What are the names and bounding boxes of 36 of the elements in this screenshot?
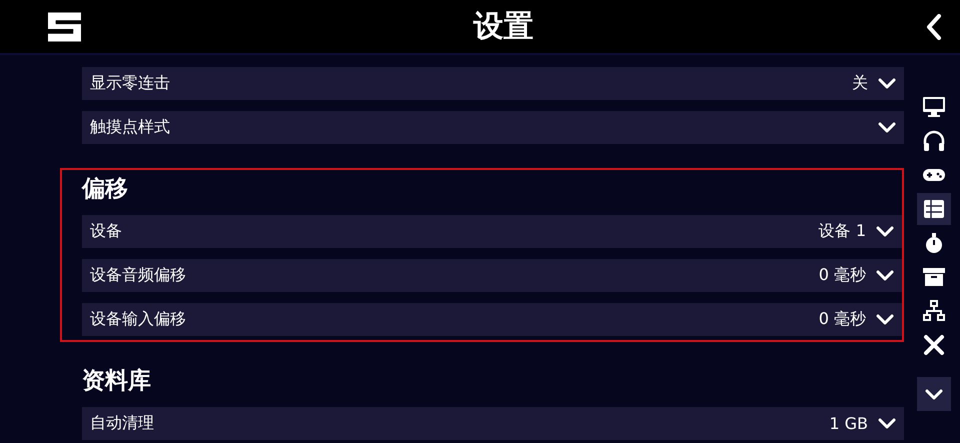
headphones-icon bbox=[922, 129, 946, 153]
setting-label: 显示零连击 bbox=[90, 73, 171, 94]
chevron-down-icon bbox=[876, 226, 894, 237]
chevron-down-icon bbox=[878, 122, 896, 133]
section-title: 资料库 bbox=[82, 367, 152, 396]
setting-value: 关 bbox=[852, 73, 868, 94]
settings-row[interactable]: 显示零连击 关 bbox=[82, 67, 904, 100]
setting-label: 自动清理 bbox=[90, 413, 155, 434]
setting-value: 设备 1 bbox=[818, 221, 866, 242]
setting-label: 设备输入偏移 bbox=[90, 309, 187, 330]
settings-row[interactable]: 自动清理 1 GB bbox=[82, 407, 904, 440]
settings-row[interactable]: 设备音频偏移 0 毫秒 bbox=[82, 259, 902, 292]
setting-label: 设备 bbox=[90, 221, 123, 242]
archive-box-icon bbox=[922, 265, 946, 289]
chevron-down-icon bbox=[925, 388, 943, 400]
section-title: 偏移 bbox=[82, 175, 129, 204]
settings-row[interactable]: 设备 设备 1 bbox=[82, 215, 902, 248]
settings-row[interactable]: 设备输入偏移 0 毫秒 bbox=[82, 303, 902, 336]
chevron-down-icon bbox=[876, 314, 894, 325]
list-tab[interactable] bbox=[917, 193, 951, 225]
setting-label: 触摸点样式 bbox=[90, 117, 171, 138]
list-icon bbox=[922, 197, 946, 221]
chevron-down-icon bbox=[878, 78, 896, 89]
back-icon[interactable] bbox=[926, 14, 942, 40]
chevron-down-icon bbox=[876, 270, 894, 281]
logo-icon[interactable] bbox=[48, 12, 81, 42]
setting-value: 1 GB bbox=[829, 414, 868, 433]
page-title: 设置 bbox=[474, 8, 534, 46]
setting-label: 设备音频偏移 bbox=[90, 265, 187, 286]
network-icon bbox=[922, 299, 946, 323]
chevron-down-icon bbox=[878, 418, 896, 429]
scroll-down-button[interactable] bbox=[917, 377, 951, 411]
setting-value: 0 毫秒 bbox=[818, 309, 866, 330]
monitor-icon bbox=[922, 95, 946, 119]
setting-value: 0 毫秒 bbox=[818, 265, 866, 286]
settings-row[interactable]: 触摸点样式 bbox=[82, 111, 904, 144]
